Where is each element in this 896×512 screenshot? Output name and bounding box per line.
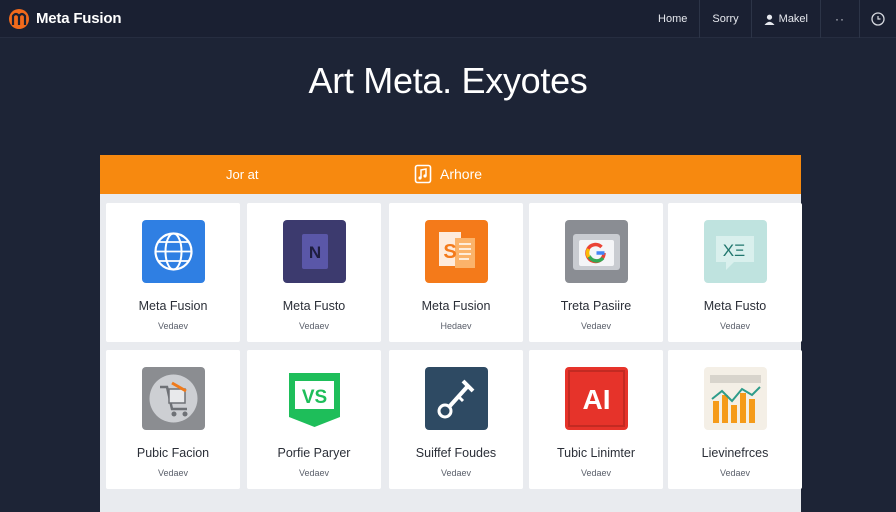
more-dots-icon[interactable]: ·· (821, 0, 859, 38)
globe-icon (142, 220, 205, 283)
app-card[interactable]: Treta Pasiire Vedaev (529, 203, 663, 342)
svg-text:XΞ: XΞ (723, 241, 745, 260)
card-title: Meta Fusto (282, 299, 346, 313)
card-title: Treta Pasiire (560, 299, 632, 313)
card-subtitle: Vedaev (157, 468, 189, 478)
google-icon (565, 220, 628, 283)
app-card[interactable]: Lievinefrces Vedaev (668, 350, 802, 489)
nav-link-sorry[interactable]: Sorry (700, 0, 750, 38)
bar-left-link[interactable]: Jor at (226, 167, 259, 182)
app-card[interactable]: Suiffef Foudes Vedaev (389, 350, 523, 489)
n-icon: N (283, 220, 346, 283)
card-subtitle: Vedaev (580, 321, 612, 331)
nav-user-button[interactable]: Makel (752, 0, 820, 38)
bar-center-link[interactable]: Arhore (414, 164, 482, 184)
svg-text:S: S (443, 241, 456, 263)
cart-icon (142, 367, 205, 430)
app-card[interactable]: N Meta Fusto Vedaev (247, 203, 381, 342)
card-title: Lievinefrces (701, 446, 769, 460)
brand-logo-icon (9, 8, 29, 29)
app-card[interactable]: VS Porfie Paryer Vedaev (247, 350, 381, 489)
app-card[interactable]: Pubic Facion Vedaev (106, 350, 240, 489)
card-subtitle: Vedaev (440, 468, 472, 478)
ai-icon: AI (565, 367, 628, 430)
app-card[interactable]: Meta Fusion Vedaev (106, 203, 240, 342)
xe-chat-icon: XΞ (704, 220, 767, 283)
card-subtitle: Vedaev (580, 468, 612, 478)
svg-text:AI: AI (583, 384, 611, 415)
document-music-icon (414, 164, 432, 184)
card-title: Tubic Linimter (556, 446, 636, 460)
brand[interactable]: Meta Fusion (8, 8, 122, 30)
brand-name: Meta Fusion (36, 10, 122, 27)
card-title: Meta Fusto (703, 299, 767, 313)
svg-text:N: N (309, 243, 321, 262)
bar-center-label: Arhore (440, 166, 483, 182)
card-title: Meta Fusion (421, 299, 491, 313)
card-title: Suiffef Foudes (415, 446, 497, 460)
card-subtitle: Vedaev (298, 468, 330, 478)
clock-circle-icon (871, 12, 885, 26)
s-doc-icon: S (425, 220, 488, 283)
card-subtitle: Vedaev (298, 321, 330, 331)
app-card[interactable]: AI Tubic Linimter Vedaev (529, 350, 663, 489)
app-card[interactable]: XΞ Meta Fusto Vedaev (668, 203, 802, 342)
card-subtitle: Hedaev (440, 321, 472, 331)
app-card[interactable]: S Meta Fusion Hedaev (389, 203, 523, 342)
account-circle-button[interactable] (860, 0, 896, 38)
user-icon (764, 14, 775, 25)
card-title: Porfie Paryer (277, 446, 351, 460)
key-icon (425, 367, 488, 430)
nav-user-label: Makel (778, 13, 808, 25)
nav-links: Home Sorry Makel ·· (646, 0, 896, 38)
card-subtitle: Vedaev (719, 468, 751, 478)
top-navbar: Meta Fusion Home Sorry Makel ·· (0, 0, 896, 38)
card-subtitle: Vedaev (157, 321, 189, 331)
nav-link-home[interactable]: Home (646, 0, 699, 38)
card-subtitle: Vedaev (719, 321, 751, 331)
apps-panel: Jor at Arhore Meta Fusion Vedaev N Meta … (100, 155, 802, 512)
card-title: Meta Fusion (138, 299, 208, 313)
chart-icon (704, 367, 767, 430)
svg-text:VS: VS (302, 387, 327, 408)
vs-icon: VS (283, 367, 346, 430)
card-title: Pubic Facion (136, 446, 210, 460)
hero-title: Art Meta. Exyotes (308, 60, 588, 101)
panel-header-bar: Jor at Arhore (100, 155, 801, 194)
